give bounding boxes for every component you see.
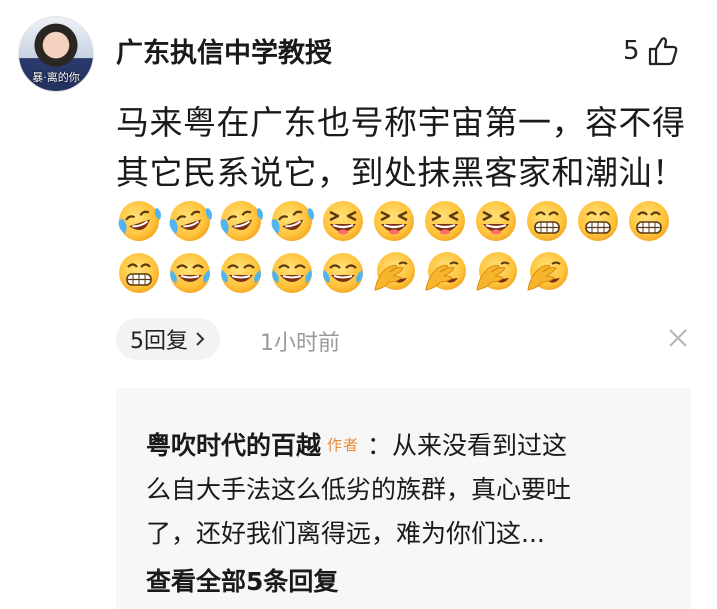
reply-line: 了，还好我们离得远，难为你们这... [146, 519, 545, 548]
comment-text-line: 马来粤在广东也号称宇宙第一，容不得 [116, 103, 686, 142]
comment-text: 马来粤在广东也号称宇宙第一，容不得 其它民系说它，到处抹黑客家和潮汕！ [116, 98, 706, 198]
reply-count-button[interactable]: 5回复 [116, 318, 220, 360]
thumbs-up-icon[interactable] [646, 34, 680, 68]
avatar-caption: 暴·离的你 [32, 71, 80, 84]
author-badge: 作者 [327, 436, 360, 454]
close-icon[interactable] [667, 327, 689, 349]
reply-line: 么自大手法这么低劣的族群，真心要吐 [146, 475, 572, 504]
comment-card: 暴·离的你 广东执信中学教授 5 马来粤在广东也号称宇宙第一，容不得 其它民系说… [0, 0, 717, 609]
like-count: 5 [623, 36, 640, 66]
reply-line: 粤吹时代的百越 作者 ：从来没看到过这 [146, 426, 567, 462]
emoji-row [116, 250, 570, 296]
reply-preview[interactable]: 粤吹时代的百越 作者 ：从来没看到过这 么自大手法这么低劣的族群，真心要吐 了，还好… [116, 388, 691, 609]
username[interactable]: 广东执信中学教授 [116, 31, 332, 70]
grin-teeth-icon [524, 198, 570, 244]
reply-count-label: 5回复 [130, 329, 188, 354]
laugh-cry-tilted-icon [218, 198, 264, 244]
reply-author[interactable]: 粤吹时代的百越 [146, 431, 321, 460]
tears-of-joy-icon [320, 250, 366, 296]
view-all-replies-link[interactable]: 查看全部5条回复 [146, 562, 338, 598]
grin-squint-icon [371, 198, 417, 244]
timestamp: 1小时前 [260, 331, 340, 356]
facepalm-laugh-icon [422, 250, 468, 296]
facepalm-laugh-icon [371, 250, 417, 296]
tears-of-joy-icon [167, 250, 213, 296]
emoji-row [116, 198, 672, 244]
grin-squint-icon [473, 198, 519, 244]
laugh-cry-tilted-icon [167, 198, 213, 244]
chevron-right-icon [196, 332, 205, 346]
like-button[interactable]: 5 [623, 34, 680, 68]
grin-teeth-icon [626, 198, 672, 244]
avatar[interactable]: 暴·离的你 [18, 16, 94, 92]
grin-teeth-icon [116, 250, 162, 296]
reply-text: ：从来没看到过这 [367, 431, 568, 460]
grin-teeth-icon [575, 198, 621, 244]
laugh-cry-tilted-icon [116, 198, 162, 244]
comment-meta: 5回复 1小时前 [116, 318, 699, 360]
grin-squint-icon [422, 198, 468, 244]
tears-of-joy-icon [218, 250, 264, 296]
comment-text-line: 其它民系说它，到处抹黑客家和潮汕！ [116, 153, 686, 192]
facepalm-laugh-icon [473, 250, 519, 296]
grin-squint-icon [320, 198, 366, 244]
laugh-cry-tilted-icon [269, 198, 315, 244]
facepalm-laugh-icon [524, 250, 570, 296]
tears-of-joy-icon [269, 250, 315, 296]
